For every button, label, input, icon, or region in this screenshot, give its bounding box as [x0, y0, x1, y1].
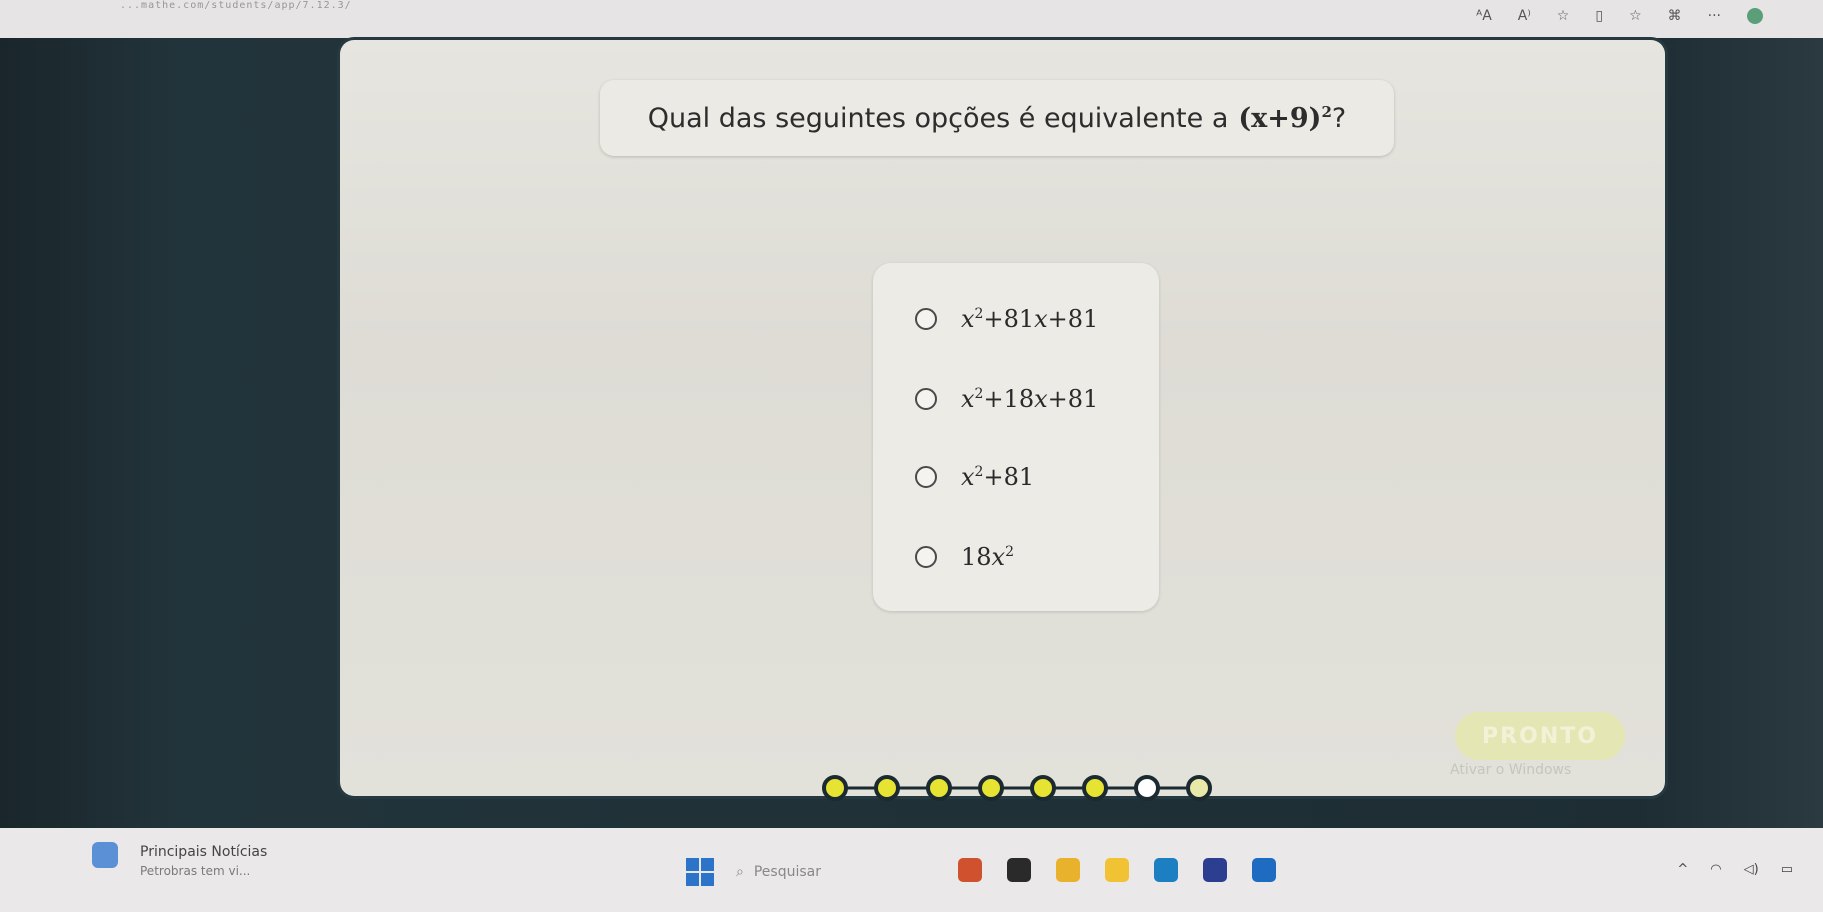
- option-text: x2+81: [961, 463, 1034, 491]
- store-app-icon[interactable]: [1203, 858, 1227, 882]
- term: +18: [983, 385, 1035, 413]
- split-screen-icon[interactable]: ▯: [1595, 8, 1603, 24]
- battery-icon[interactable]: ▭: [1781, 862, 1793, 877]
- term: +81: [1047, 385, 1099, 413]
- taskbar: Principais Notícias Petrobras tem vi... …: [0, 828, 1823, 912]
- term: +81: [983, 463, 1035, 491]
- exponent: 2: [1005, 544, 1015, 560]
- chrome-app-icon[interactable]: [1056, 858, 1080, 882]
- variable: x: [961, 385, 975, 413]
- system-tray: ^ ◠ ◁) ▭: [1677, 862, 1793, 877]
- wifi-icon[interactable]: ◠: [1710, 862, 1721, 877]
- search-icon: ⌕: [736, 864, 744, 880]
- file-explorer-app-icon[interactable]: [1105, 858, 1129, 882]
- favorite-icon[interactable]: ☆: [1557, 8, 1570, 24]
- option-4[interactable]: 18x2: [915, 527, 1014, 587]
- windows-start-icon[interactable]: [686, 858, 714, 886]
- question-text: Qual das seguintes opções é equivalente …: [647, 102, 1229, 134]
- option-text: x2+81x+81: [961, 305, 1098, 333]
- option-text: x2+18x+81: [961, 385, 1098, 413]
- news-widget-icon[interactable]: [92, 842, 118, 868]
- browser-toolbar: ...mathe.com/students/app/7.12.3/ ᴬA A⁾ …: [0, 0, 1823, 39]
- address-bar[interactable]: ...mathe.com/students/app/7.12.3/: [120, 0, 640, 12]
- question-mark: ?: [1331, 102, 1347, 134]
- option-1[interactable]: x2+81x+81: [915, 289, 1098, 349]
- variable: x: [991, 543, 1006, 571]
- radio-button[interactable]: [915, 388, 937, 410]
- answer-options: x2+81x+81 x2+18x+81 x2+81 18x2: [873, 263, 1159, 611]
- progress-dot: [1030, 775, 1056, 801]
- radio-button[interactable]: [915, 308, 937, 330]
- chevron-up-icon[interactable]: ^: [1677, 862, 1688, 877]
- term: 18: [961, 543, 992, 571]
- progress-dot: [822, 775, 848, 801]
- text-size-icon[interactable]: ᴬA: [1476, 8, 1492, 24]
- read-aloud-icon[interactable]: A⁾: [1518, 8, 1531, 24]
- pronto-button[interactable]: PRONTO: [1455, 712, 1625, 760]
- outlook-app-icon[interactable]: [1252, 858, 1276, 882]
- volume-icon[interactable]: ◁): [1744, 862, 1759, 877]
- question-prompt: Qual das seguintes opções é equivalente …: [600, 80, 1394, 156]
- progress-dot: [874, 775, 900, 801]
- taskbar-search[interactable]: ⌕ Pesquisar: [736, 858, 821, 886]
- variable: x: [1034, 305, 1048, 333]
- variable: x: [961, 463, 975, 491]
- progress-dot: [978, 775, 1004, 801]
- edge-app-icon[interactable]: [1154, 858, 1178, 882]
- option-3[interactable]: x2+81: [915, 447, 1034, 507]
- radio-button[interactable]: [915, 466, 937, 488]
- expression-base: (x+9): [1238, 102, 1322, 134]
- radio-button[interactable]: [915, 546, 937, 568]
- option-text: 18x2: [961, 543, 1014, 571]
- term: +81: [1047, 305, 1099, 333]
- browser-toolbar-icons: ᴬA A⁾ ☆ ▯ ☆ ⌘ ···: [1476, 8, 1763, 24]
- expression-exponent: 2: [1321, 102, 1332, 121]
- search-placeholder: Pesquisar: [753, 864, 821, 880]
- news-widget-subtitle: Petrobras tem vi...: [140, 864, 251, 878]
- more-icon[interactable]: ···: [1708, 8, 1721, 24]
- extensions-icon[interactable]: ⌘: [1668, 8, 1682, 24]
- progress-dot: [1082, 775, 1108, 801]
- progress-dot: [926, 775, 952, 801]
- news-widget-title[interactable]: Principais Notícias: [140, 844, 267, 860]
- term: +81: [983, 305, 1035, 333]
- variable: x: [961, 305, 975, 333]
- option-2[interactable]: x2+18x+81: [915, 369, 1098, 429]
- collections-icon[interactable]: ☆: [1629, 8, 1642, 24]
- progress-dot: [1186, 775, 1212, 801]
- widgets-app-icon[interactable]: [958, 858, 982, 882]
- progress-dot: [1134, 775, 1160, 801]
- variable: x: [1034, 385, 1048, 413]
- terminal-app-icon[interactable]: [1007, 858, 1031, 882]
- progress-indicator: [822, 775, 1212, 801]
- profile-avatar[interactable]: [1747, 8, 1763, 24]
- windows-activation-watermark: Ativar o Windows: [1450, 762, 1572, 778]
- question-expression: (x+9)2: [1238, 103, 1332, 134]
